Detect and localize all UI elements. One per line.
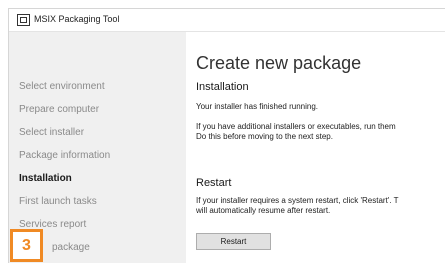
title-bar: MSIX Packaging Tool — [9, 9, 445, 32]
restart-info-line-2: will automatically resume after restart. — [196, 206, 331, 215]
msix-app-icon — [17, 14, 30, 26]
installation-status-text: Your installer has finished running. — [196, 102, 319, 111]
step-number-badge: 3 — [10, 229, 43, 262]
page-title: Create new package — [196, 53, 362, 73]
installation-info-line-2: Do this before moving to the next step. — [196, 132, 333, 141]
app-window: MSIX Packaging Tool Select environment P… — [8, 8, 445, 263]
restart-heading: Restart — [196, 177, 232, 189]
installation-info-line-1: If you have additional installers or exe… — [196, 122, 396, 131]
window-title: MSIX Packaging Tool — [34, 14, 120, 24]
sidebar-item-first-launch-tasks[interactable]: First launch tasks — [19, 196, 97, 207]
sidebar-item-select-environment[interactable]: Select environment — [19, 81, 105, 92]
main-content: Create new package Installation Your ins… — [186, 32, 445, 263]
sidebar-item-select-installer[interactable]: Select installer — [19, 127, 84, 138]
sidebar-item-installation[interactable]: Installation — [19, 173, 72, 184]
restart-button[interactable]: Restart — [196, 233, 271, 250]
sidebar-item-package[interactable]: package — [52, 242, 90, 253]
sidebar-item-package-information[interactable]: Package information — [19, 150, 110, 161]
restart-info-line-1: If your installer requires a system rest… — [196, 196, 399, 205]
installation-heading: Installation — [196, 81, 249, 93]
sidebar-item-prepare-computer[interactable]: Prepare computer — [19, 104, 99, 115]
